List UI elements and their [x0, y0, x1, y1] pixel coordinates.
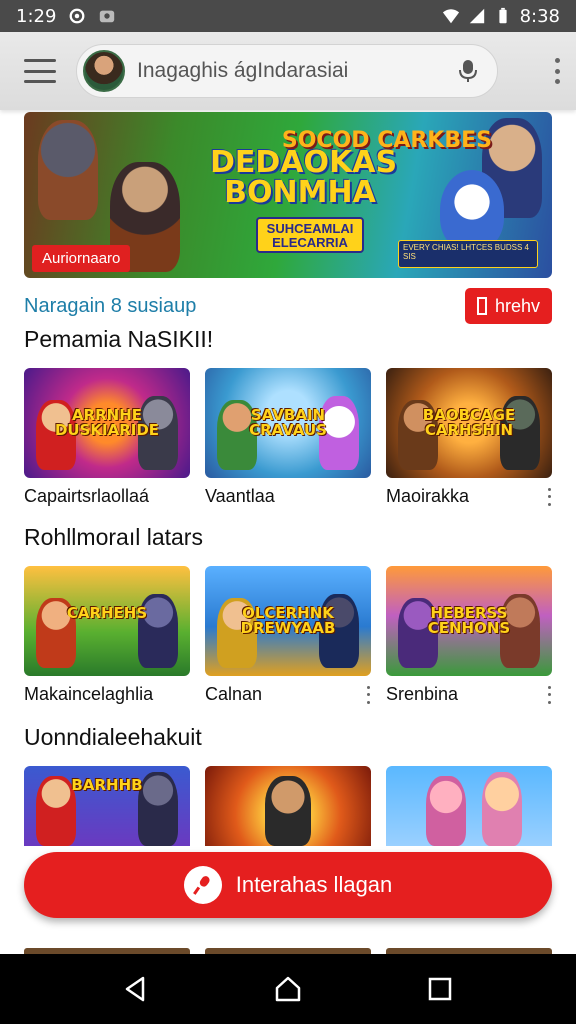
game-card[interactable]: SAVBAIN CRAVAUS Vaantlaa: [205, 368, 371, 507]
game-title: Vaantlaa: [205, 486, 275, 506]
section-title: Uonndialeehakuit: [24, 724, 202, 750]
game-card[interactable]: BARHHB: [24, 766, 190, 846]
banner-right-title: SOCOD CARKBES: [281, 128, 492, 153]
status-clock: 8:38: [519, 5, 560, 27]
section-row: ARRNHE DUSKIARIDE Capairtsrlaollaá SAVBA…: [24, 368, 552, 507]
banner-panel: EVERY CHIAS! LHTCES BUDSS 4 SIS: [398, 240, 538, 268]
game-card[interactable]: [205, 766, 371, 846]
game-card[interactable]: BAOBCAGE CARHSHIN Maoirakka: [386, 368, 552, 507]
game-title: Capairtsrlaollaá: [24, 486, 150, 506]
signal-icon: [469, 8, 484, 24]
search-input[interactable]: Inagaghis ágIndarasiai: [137, 59, 457, 83]
status-time: 1:29: [16, 5, 57, 27]
game-thumbnail[interactable]: CARHEHS: [24, 566, 190, 676]
featured-banner[interactable]: DEDAOKAS BONMHA SUHCEAMLAI ELECARRIA SOC…: [24, 112, 552, 278]
game-title: Calnan: [205, 684, 371, 705]
game-title: Makaincelaghlia: [24, 684, 154, 704]
thumbnail-text: HEBERSS CENHONS: [427, 604, 511, 637]
game-thumbnail[interactable]: ARRNHE DUSKIARIDE: [24, 368, 190, 478]
banner-character: [38, 120, 98, 220]
location-icon: [69, 8, 85, 24]
battery-icon: [498, 7, 507, 24]
share-button[interactable]: hrehv: [464, 288, 552, 324]
search-bar[interactable]: Inagaghis ágIndarasiai: [76, 44, 498, 98]
meta-row: Naragain 8 susiaup hrehv: [24, 286, 552, 326]
banner-character: [440, 170, 504, 250]
game-thumbnail[interactable]: SAVBAIN CRAVAUS: [205, 368, 371, 478]
back-icon[interactable]: [121, 974, 151, 1004]
cta-label: Interahas llagan: [235, 872, 393, 897]
game-title: Maoirakka: [386, 486, 552, 507]
photo-icon: [100, 10, 115, 23]
recents-icon[interactable]: [425, 974, 455, 1004]
thumbnail-text: ARRNHE DUSKIARIDE: [54, 406, 160, 439]
home-icon[interactable]: [273, 974, 303, 1004]
banner-subtitle: SUHCEAMLAI ELECARRIA: [256, 217, 364, 253]
avatar[interactable]: [83, 50, 125, 92]
section-row: BARHHB: [24, 766, 552, 846]
game-thumbnail[interactable]: OLCERHNK DREWYAAB: [205, 566, 371, 676]
game-card[interactable]: CARHEHS Makaincelaghlia: [24, 566, 190, 705]
section-row: CARHEHS Makaincelaghlia OLCERHNK DREWYAA…: [24, 566, 552, 705]
banner-title: DEDAOKAS BONMHA: [210, 145, 398, 210]
game-card[interactable]: OLCERHNK DREWYAAB Calnan: [205, 566, 371, 705]
thumbnail-text: CARHEHS: [66, 604, 148, 622]
game-title: Srenbina: [386, 684, 552, 705]
game-thumbnail[interactable]: [205, 766, 371, 846]
game-thumbnail[interactable]: BAOBCAGE CARHSHIN: [386, 368, 552, 478]
section-title: Pemamia NaSIKII!: [24, 326, 214, 352]
mic-icon[interactable]: [457, 58, 479, 84]
card-menu-icon[interactable]: [546, 685, 552, 704]
game-thumbnail[interactable]: HEBERSS CENHONS: [386, 566, 552, 676]
game-card[interactable]: HEBERSS CENHONS Srenbina: [386, 566, 552, 705]
mic-icon: [183, 866, 222, 904]
share-icon: [476, 297, 487, 315]
app-bar: Inagaghis ágIndarasiai: [0, 32, 576, 110]
game-thumbnail[interactable]: [386, 766, 552, 846]
thumbnail-text: SAVBAIN CRAVAUS: [249, 406, 327, 439]
card-menu-icon[interactable]: [365, 685, 371, 704]
nav-bar: [0, 954, 576, 1024]
banner-badge: Auriornaaro: [32, 245, 131, 272]
section-title: Rohllmoraıl latars: [24, 524, 203, 550]
thumbnail-text: BAOBCAGE CARHSHIN: [422, 406, 516, 439]
thumbnail-text: OLCERHNK DREWYAAB: [240, 604, 336, 637]
more-icon[interactable]: [552, 58, 562, 84]
cta-button[interactable]: Interahas llagan: [24, 852, 552, 918]
status-bar: 1:29 8:38: [0, 0, 576, 32]
mic-glyph-icon: [192, 876, 210, 895]
meta-link[interactable]: Naragain 8 susiaup: [24, 295, 196, 318]
menu-icon[interactable]: [24, 59, 56, 83]
wifi-icon: [442, 9, 459, 24]
thumbnail-text: BARHHB: [71, 776, 143, 794]
game-card[interactable]: ARRNHE DUSKIARIDE Capairtsrlaollaá: [24, 368, 190, 507]
game-card[interactable]: [386, 766, 552, 846]
share-label: hrehv: [494, 295, 540, 316]
card-menu-icon[interactable]: [546, 487, 552, 506]
game-thumbnail[interactable]: BARHHB: [24, 766, 190, 846]
